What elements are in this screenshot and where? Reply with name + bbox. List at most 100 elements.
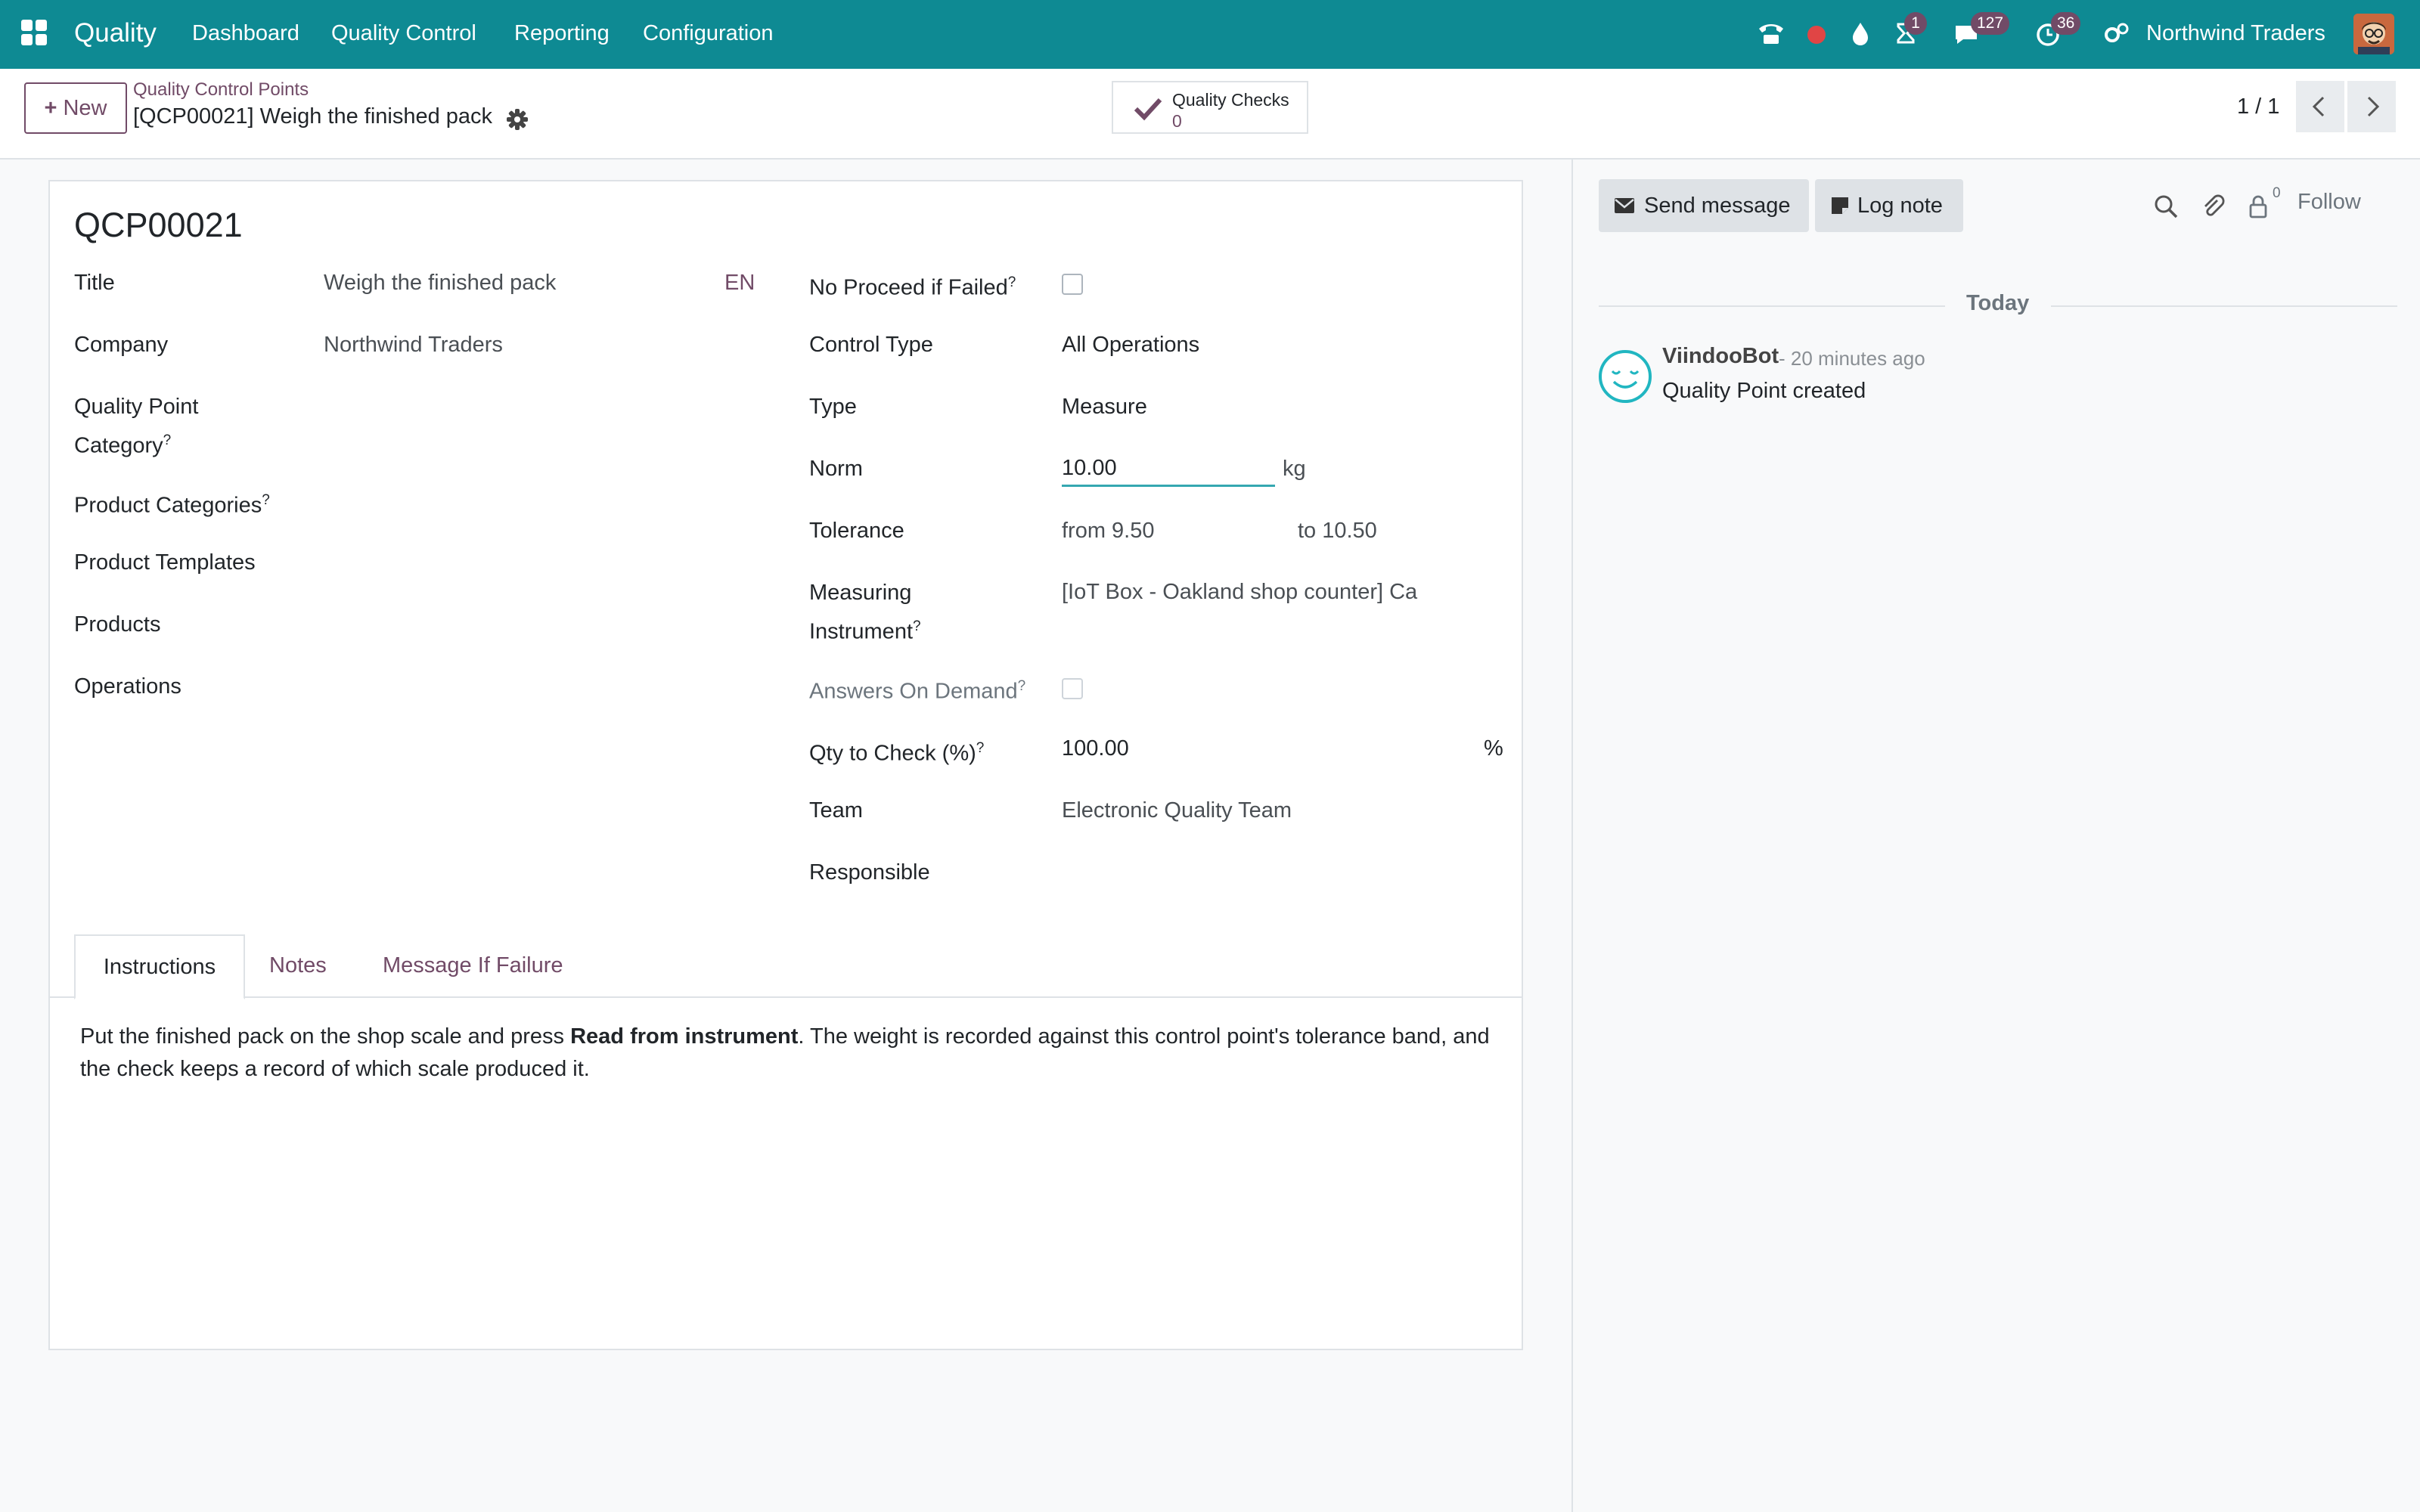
user-avatar[interactable]	[2353, 14, 2394, 54]
message-author[interactable]: ViindooBot	[1662, 344, 1779, 369]
tolerance-to-field[interactable]: to 10.50	[1298, 513, 1377, 548]
help-mark[interactable]: ?	[976, 740, 985, 756]
search-icon[interactable]	[2152, 193, 2180, 220]
title-field[interactable]: Weigh the finished pack	[324, 265, 556, 300]
measuring-instrument-label: Instrument?	[809, 609, 921, 649]
help-mark[interactable]: ?	[262, 492, 270, 508]
tab-notes[interactable]: Notes	[269, 934, 327, 998]
control-type-label: Control Type	[809, 333, 933, 357]
chatter-panel: Send message Log note 0 Follow Today Vii…	[1571, 160, 2420, 1512]
menu-dashboard[interactable]: Dashboard	[192, 21, 299, 46]
notebook-tabs: Instructions Notes Message If Failure	[50, 934, 1522, 999]
no-proceed-label-text: No Proceed if Failed	[809, 275, 1008, 300]
recording-dot-icon[interactable]	[1801, 18, 1832, 48]
qty-to-check-label: Qty to Check (%)?	[809, 731, 984, 771]
measuring-instrument-label-line1: Measuring	[809, 581, 912, 605]
new-button-label: New	[63, 96, 107, 120]
chevron-right-icon	[2367, 96, 2380, 117]
menu-quality-control[interactable]: Quality Control	[331, 21, 476, 46]
products-label: Products	[74, 612, 161, 637]
tolerance-label: Tolerance	[809, 519, 904, 543]
answers-on-demand-label: Answers On Demand?	[809, 669, 1025, 709]
company-switcher[interactable]: Northwind Traders	[2146, 21, 2325, 46]
pager-previous-button[interactable]	[2296, 81, 2344, 132]
new-button[interactable]: + New	[24, 82, 127, 134]
paperclip-icon[interactable]	[2199, 193, 2226, 220]
pager-value[interactable]: 1 / 1	[2237, 94, 2279, 119]
menu-reporting[interactable]: Reporting	[514, 21, 610, 46]
tab-instructions[interactable]: Instructions	[74, 934, 245, 999]
tolerance-from-field[interactable]: from 9.50	[1062, 513, 1155, 548]
norm-label: Norm	[809, 457, 863, 481]
responsible-label: Responsible	[809, 860, 930, 885]
envelope-icon	[1615, 198, 1634, 213]
company-label: Company	[74, 333, 169, 357]
message-time: - 20 minutes ago	[1779, 347, 1925, 370]
product-categories-label: Product Categories?	[74, 483, 270, 523]
separator-line	[1599, 305, 1945, 307]
follower-count: 0	[2273, 185, 2281, 201]
drop-icon[interactable]	[1845, 18, 1876, 48]
help-mark[interactable]: ?	[1008, 274, 1016, 290]
type-label: Type	[809, 395, 857, 419]
quality-point-category-label-line2: Category	[74, 433, 163, 458]
tab-message-if-failure[interactable]: Message If Failure	[383, 934, 563, 998]
timesheet-badge: 36	[2051, 12, 2081, 35]
settings-icon[interactable]	[2101, 18, 2131, 48]
phone-icon[interactable]	[1756, 18, 1786, 48]
menu-configuration[interactable]: Configuration	[643, 21, 774, 46]
follow-button[interactable]: Follow	[2297, 190, 2361, 215]
product-templates-label: Product Templates	[74, 550, 256, 575]
send-message-label: Send message	[1644, 194, 1791, 218]
log-note-button[interactable]: Log note	[1815, 179, 1963, 232]
no-proceed-if-failed-label: No Proceed if Failed?	[809, 265, 1016, 305]
help-mark[interactable]: ?	[163, 432, 172, 448]
gear-icon[interactable]	[505, 107, 529, 132]
control-panel: + New Quality Control Points [QCP00021] …	[0, 69, 2420, 160]
answers-on-demand-checkbox[interactable]	[1062, 678, 1083, 699]
qty-to-check-label-text: Qty to Check (%)	[809, 741, 976, 766]
norm-unit: kg	[1283, 457, 1306, 481]
operations-label: Operations	[74, 674, 182, 699]
smart-button-value: 0	[1172, 111, 1182, 131]
message-body: Quality Point created	[1662, 379, 1866, 403]
smart-button-label: Quality Checks	[1172, 90, 1289, 110]
norm-input[interactable]: 10.00	[1062, 452, 1275, 487]
control-type-field[interactable]: All Operations	[1062, 327, 1199, 362]
product-categories-label-text: Product Categories	[74, 493, 262, 518]
apps-grid-icon[interactable]	[21, 20, 48, 47]
record-reference: QCP00021	[74, 206, 243, 244]
app-name[interactable]: Quality	[74, 18, 157, 48]
instructions-editor[interactable]: Put the finished pack on the shop scale …	[80, 1021, 1502, 1086]
quality-point-category-label-line1: Quality Point	[74, 395, 199, 419]
bot-avatar-icon[interactable]	[1597, 349, 1653, 404]
lock-icon[interactable]	[2245, 193, 2272, 220]
company-field[interactable]: Northwind Traders	[324, 327, 503, 362]
plus-icon: +	[44, 96, 64, 120]
note-icon	[1832, 197, 1848, 214]
chevron-left-icon	[2312, 96, 2325, 117]
date-separator: Today	[1966, 291, 2030, 315]
top-navbar: Quality Dashboard Quality Control Report…	[0, 0, 2420, 69]
qty-to-check-field[interactable]: 100.00	[1062, 731, 1129, 766]
separator-line	[2051, 305, 2397, 307]
messages-badge: 127	[1971, 12, 2010, 35]
pager-next-button[interactable]	[2347, 81, 2396, 132]
help-mark[interactable]: ?	[1018, 678, 1026, 694]
form-sheet: QCP00021 Title Weigh the finished pack E…	[48, 180, 1523, 1350]
quality-point-category-label: Category?	[74, 423, 171, 463]
team-field[interactable]: Electronic Quality Team	[1062, 793, 1292, 828]
send-message-button[interactable]: Send message	[1599, 179, 1809, 232]
breadcrumb-parent-link[interactable]: Quality Control Points	[133, 79, 309, 101]
title-label: Title	[74, 271, 115, 295]
type-field[interactable]: Measure	[1062, 389, 1147, 424]
activity-badge: 1	[1904, 12, 1927, 35]
help-mark[interactable]: ?	[913, 618, 921, 634]
answers-on-demand-label-text: Answers On Demand	[809, 679, 1018, 704]
measuring-instrument-field[interactable]: [IoT Box - Oakland shop counter] Ca	[1062, 575, 1470, 609]
no-proceed-if-failed-checkbox[interactable]	[1062, 274, 1083, 295]
breadcrumb-current: [QCP00021] Weigh the finished pack	[133, 104, 493, 129]
language-button[interactable]: EN	[724, 265, 755, 300]
quality-checks-smart-button[interactable]: Quality Checks 0	[1112, 81, 1308, 134]
checkmark-icon	[1134, 98, 1162, 121]
